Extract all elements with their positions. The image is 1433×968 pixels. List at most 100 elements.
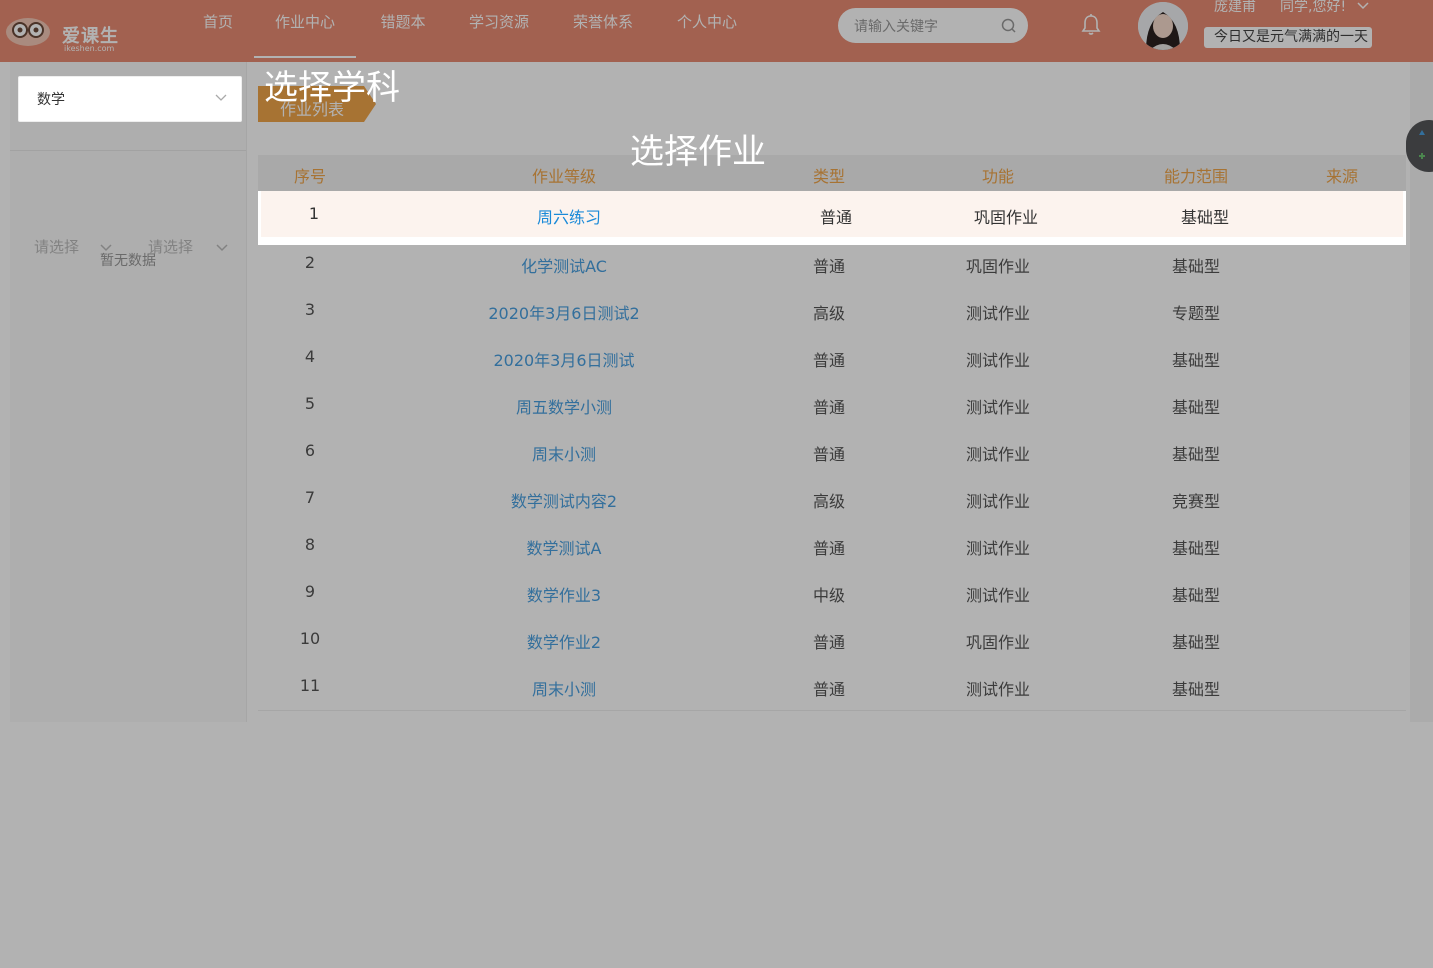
cell-type: 普通 — [812, 351, 846, 370]
homework-link[interactable]: 周六练习 — [537, 204, 601, 228]
homework-link[interactable]: 2020年3月6日测试 — [493, 347, 634, 371]
chevron-down-icon — [215, 94, 227, 101]
subject-select[interactable]: 数学 — [18, 76, 242, 122]
avatar[interactable] — [1138, 2, 1188, 50]
logo-subtext: ikeshen.com — [64, 44, 115, 53]
highlighted-row[interactable]: 1 周六练习 普通 巩固作业 基础型 — [258, 191, 1406, 245]
cell-type: 普通 — [812, 633, 846, 652]
col-index: 序号 — [293, 167, 327, 186]
table-row[interactable]: 7 数学测试内容2 高级 测试作业 竞赛型 — [258, 475, 1406, 523]
homework-link[interactable]: 数学作业3 — [527, 582, 601, 606]
cell-ability-range: 基础型 — [1180, 208, 1230, 227]
cell-index: 1 — [308, 204, 320, 223]
cell-ability-range: 基础型 — [1171, 539, 1221, 558]
cell-index: 10 — [299, 629, 321, 648]
cell-type: 高级 — [812, 492, 846, 511]
user-greeting: 同学,您好! — [1280, 0, 1347, 15]
homework-link[interactable]: 周末小测 — [532, 441, 596, 465]
cell-ability-range: 专题型 — [1171, 304, 1221, 323]
cell-function: 巩固作业 — [965, 257, 1031, 276]
empty-state-text: 暂无数据 — [100, 253, 156, 269]
filter-select-2[interactable]: 请选择 — [148, 232, 244, 262]
col-function: 功能 — [981, 167, 1015, 186]
homework-link[interactable]: 2020年3月6日测试2 — [488, 300, 639, 324]
nav-personal[interactable]: 个人中心 — [676, 0, 738, 56]
motto-text: 今日又是元气满满的一天 — [1204, 27, 1372, 48]
table-header: 序号 作业等级 类型 功能 能力范围 来源 — [258, 155, 1406, 193]
highlighted-row-bg: 1 周六练习 普通 巩固作业 基础型 — [261, 191, 1403, 237]
col-homework-level: 作业等级 — [531, 167, 597, 186]
col-type: 类型 — [812, 167, 846, 186]
table-row[interactable]: 8 数学测试A 普通 测试作业 基础型 — [258, 522, 1406, 570]
cell-index: 3 — [304, 300, 316, 319]
floating-tools-icon — [1419, 130, 1425, 159]
floating-toolbar[interactable] — [1406, 120, 1433, 172]
cell-function: 巩固作业 — [973, 208, 1039, 227]
table-row[interactable]: 11 周末小测 普通 测试作业 基础型 — [258, 663, 1406, 711]
table-row[interactable]: 3 2020年3月6日测试2 高级 测试作业 专题型 — [258, 287, 1406, 335]
nav-resources[interactable]: 学习资源 — [468, 0, 530, 56]
table-row[interactable]: 4 2020年3月6日测试 普通 测试作业 基础型 — [258, 334, 1406, 382]
cell-type: 普通 — [812, 257, 846, 276]
nav-home[interactable]: 首页 — [202, 0, 234, 56]
homework-link[interactable]: 数学作业2 — [527, 629, 601, 653]
cell-function: 测试作业 — [965, 539, 1031, 558]
left-sidebar: 请选择 请选择 暂无数据 — [10, 62, 247, 722]
table-row[interactable]: 2 化学测试AC 普通 巩固作业 基础型 — [258, 240, 1406, 288]
search-box — [838, 8, 1028, 45]
user-name[interactable]: 庞建甫 — [1214, 0, 1256, 16]
cell-ability-range: 基础型 — [1171, 351, 1221, 370]
filter-label-1: 请选择 — [34, 238, 80, 256]
chevron-down-icon — [216, 244, 228, 252]
cell-index: 4 — [304, 347, 316, 366]
search-icon[interactable] — [1000, 17, 1018, 35]
table-row[interactable]: 6 周末小测 普通 测试作业 基础型 — [258, 428, 1406, 476]
cell-index: 5 — [304, 394, 316, 413]
col-source: 来源 — [1325, 167, 1359, 186]
cell-function: 测试作业 — [965, 351, 1031, 370]
cell-function: 测试作业 — [965, 445, 1031, 464]
chevron-down-icon[interactable] — [1356, 0, 1370, 10]
cell-ability-range: 基础型 — [1171, 633, 1221, 652]
nav-homework-center[interactable]: 作业中心 — [254, 0, 356, 58]
cell-type: 普通 — [812, 445, 846, 464]
cell-index: 2 — [304, 253, 316, 272]
cell-index: 11 — [299, 676, 321, 695]
search-input[interactable] — [852, 8, 996, 45]
sidebar-divider — [10, 150, 246, 151]
cell-type: 普通 — [812, 398, 846, 417]
cell-function: 测试作业 — [965, 680, 1031, 699]
cell-function: 测试作业 — [965, 492, 1031, 511]
cell-ability-range: 基础型 — [1171, 398, 1221, 417]
cell-function: 测试作业 — [965, 586, 1031, 605]
table-row[interactable]: 10 数学作业2 普通 巩固作业 基础型 — [258, 616, 1406, 664]
cell-ability-range: 竞赛型 — [1171, 492, 1221, 511]
table-row[interactable]: 5 周五数学小测 普通 测试作业 基础型 — [258, 381, 1406, 429]
bell-icon[interactable] — [1080, 13, 1102, 37]
cell-type: 普通 — [812, 539, 846, 558]
cell-type: 中级 — [812, 586, 846, 605]
logo[interactable]: 爱课生 ikeshen.com — [4, 8, 134, 54]
cell-index: 9 — [304, 582, 316, 601]
app-root: 爱课生 ikeshen.com 首页 作业中心 错题本 学习资源 荣誉体系 个人… — [0, 0, 1433, 968]
homework-link[interactable]: 化学测试AC — [521, 253, 607, 277]
table-row[interactable]: 9 数学作业3 中级 测试作业 基础型 — [258, 569, 1406, 617]
cell-index: 6 — [304, 441, 316, 460]
cell-function: 巩固作业 — [965, 633, 1031, 652]
nav-mistake-book[interactable]: 错题本 — [380, 0, 426, 56]
cell-ability-range: 基础型 — [1171, 257, 1221, 276]
homework-link[interactable]: 周五数学小测 — [516, 394, 612, 418]
nav-honor[interactable]: 荣誉体系 — [572, 0, 634, 56]
homework-link[interactable]: 数学测试内容2 — [511, 488, 617, 512]
avatar-photo-icon — [1138, 2, 1188, 50]
homework-link[interactable]: 数学测试A — [527, 535, 602, 559]
top-header: 爱课生 ikeshen.com 首页 作业中心 错题本 学习资源 荣誉体系 个人… — [0, 0, 1433, 62]
guide-label-select-homework: 选择作业 — [630, 132, 766, 172]
subject-select-value: 数学 — [37, 92, 65, 108]
cell-index: 8 — [304, 535, 316, 554]
homework-link[interactable]: 周末小测 — [532, 676, 596, 700]
cell-type: 普通 — [819, 208, 853, 227]
logo-mascot-icon — [6, 18, 50, 46]
col-ability-range: 能力范围 — [1163, 167, 1229, 186]
cell-ability-range: 基础型 — [1171, 445, 1221, 464]
